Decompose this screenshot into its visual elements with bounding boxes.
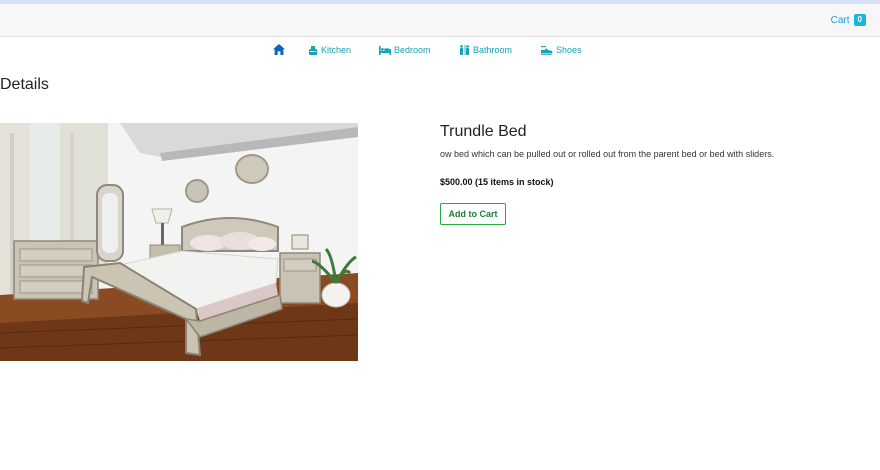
page-title: Details (0, 76, 49, 93)
nav-item-bathroom-label: Bathroom (473, 45, 513, 55)
home-icon (273, 44, 285, 55)
nav-home[interactable] (273, 44, 285, 55)
nav-item-bedroom-label: Bedroom (394, 45, 431, 55)
product-title: Trundle Bed (440, 123, 527, 140)
nav-item-shoes[interactable]: Shoes (541, 45, 582, 55)
nav-item-bathroom[interactable]: Bathroom (459, 45, 512, 55)
nav-item-kitchen[interactable]: Kitchen (308, 45, 351, 55)
product-price-stock: $500.00 (15 items in stock) (440, 177, 554, 187)
category-nav: Kitchen Bedroom Bathroom Shoes (0, 37, 880, 65)
nav-item-shoes-label: Shoes (556, 45, 582, 55)
kitchen-icon (308, 45, 318, 55)
product-image (0, 123, 358, 361)
nav-item-bedroom[interactable]: Bedroom (379, 45, 431, 55)
add-to-cart-button[interactable]: Add to Cart (440, 203, 506, 225)
product-description: ow bed which can be pulled out or rolled… (440, 149, 775, 159)
cart-count-badge: 0 (853, 14, 866, 26)
nav-item-kitchen-label: Kitchen (321, 45, 352, 55)
cart-link[interactable]: Cart 0 (831, 14, 866, 26)
top-navbar: Cart 0 (0, 4, 880, 37)
cart-label: Cart (830, 14, 850, 26)
bed-icon (379, 45, 391, 55)
bath-icon (459, 45, 470, 55)
shoe-icon (541, 45, 553, 55)
